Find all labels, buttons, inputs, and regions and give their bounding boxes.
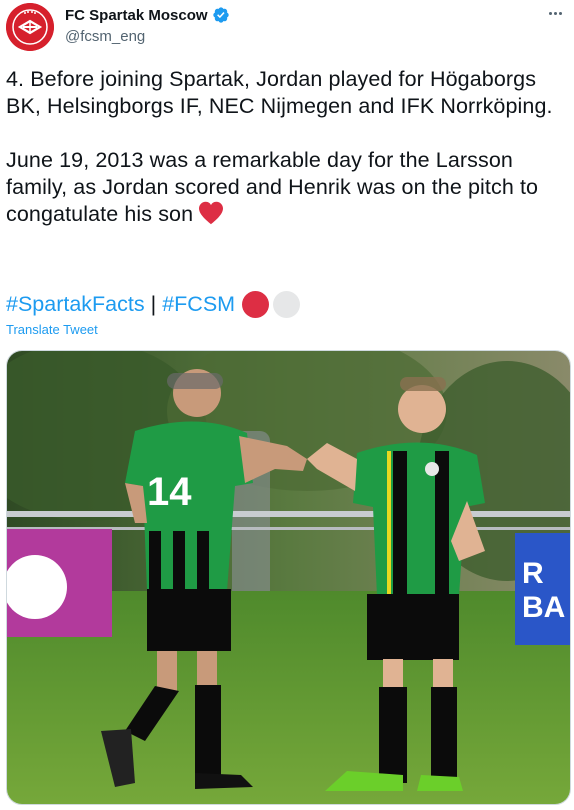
author-name-row[interactable]: FC Spartak Moscow — [65, 6, 230, 24]
more-dot-icon — [553, 11, 557, 15]
tweet-paragraph-2: June 19, 2013 was a remarkable day for t… — [6, 147, 574, 228]
more-dot-icon — [548, 11, 552, 15]
avatar[interactable] — [6, 3, 54, 51]
red-heart-icon — [199, 201, 224, 225]
more-options-button[interactable] — [544, 4, 566, 22]
tweet-paragraph-2-text: June 19, 2013 was a remarkable day for t… — [6, 148, 539, 226]
tweet-text: 4. Before joining Spartak, Jordan played… — [6, 66, 574, 228]
jersey-number: 14 — [147, 470, 192, 514]
author-handle[interactable]: @fcsm_eng — [65, 28, 145, 45]
photo-players-high-five: R BA 14 — [7, 351, 570, 804]
tweet: FC Spartak Moscow @fcsm_eng 4. Before jo… — [0, 0, 574, 810]
hashtag-row: #SpartakFacts | #FCSM — [6, 289, 301, 319]
hashtag-separator: | — [150, 291, 157, 316]
white-circle-icon — [273, 290, 301, 318]
svg-text:BA: BA — [522, 591, 565, 624]
hashtag-fcsm[interactable]: #FCSM — [162, 292, 235, 317]
sponsor-board-text: R — [522, 557, 544, 590]
red-circle-icon — [242, 290, 270, 318]
hashtag-spartakfacts[interactable]: #SpartakFacts — [6, 292, 145, 317]
display-name[interactable]: FC Spartak Moscow — [65, 7, 208, 24]
spartak-logo-icon — [6, 3, 54, 51]
verified-badge-icon — [212, 7, 229, 23]
more-dot-icon — [558, 11, 562, 15]
tweet-photo[interactable]: R BA 14 — [6, 350, 571, 805]
translate-tweet-link[interactable]: Translate Tweet — [6, 322, 98, 337]
tweet-paragraph-1: 4. Before joining Spartak, Jordan played… — [6, 67, 553, 118]
